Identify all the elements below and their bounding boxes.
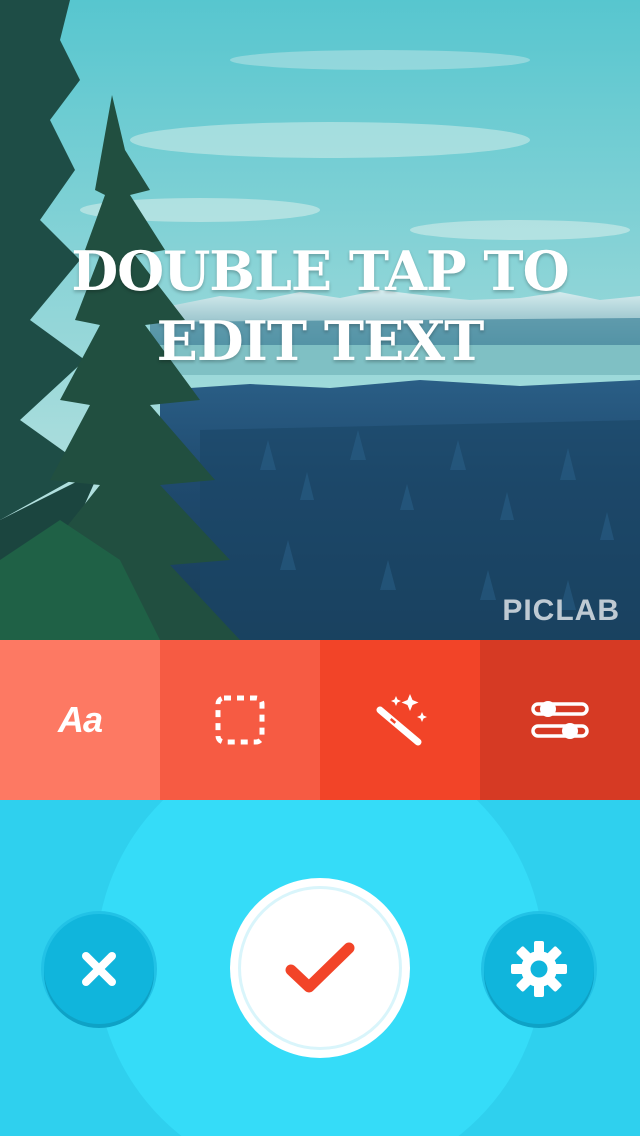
close-icon [82, 952, 116, 986]
settings-button[interactable] [484, 914, 594, 1024]
piclab-watermark[interactable]: PICLAB [502, 594, 620, 628]
text-tool-button[interactable]: Aa [0, 640, 160, 800]
gear-icon [511, 941, 567, 997]
sliders-icon [531, 701, 589, 739]
crop-icon [215, 695, 265, 745]
editable-text-overlay[interactable]: DOUBLE TAP TO EDIT TEXT [0, 236, 640, 376]
confirm-button-ring [238, 886, 402, 1050]
magic-wand-icon [376, 694, 427, 746]
crop-tool-button[interactable] [160, 640, 320, 800]
confirm-button[interactable] [230, 878, 410, 1058]
action-bar [0, 800, 640, 1136]
edit-toolbar: Aa [0, 640, 640, 800]
effects-tool-button[interactable] [320, 640, 480, 800]
checkmark-icon [285, 942, 355, 993]
photo-canvas[interactable]: DOUBLE TAP TO EDIT TEXT PICLAB [0, 0, 640, 640]
text-icon: Aa [57, 699, 103, 740]
adjust-tool-button[interactable] [480, 640, 640, 800]
cancel-button[interactable] [44, 914, 154, 1024]
